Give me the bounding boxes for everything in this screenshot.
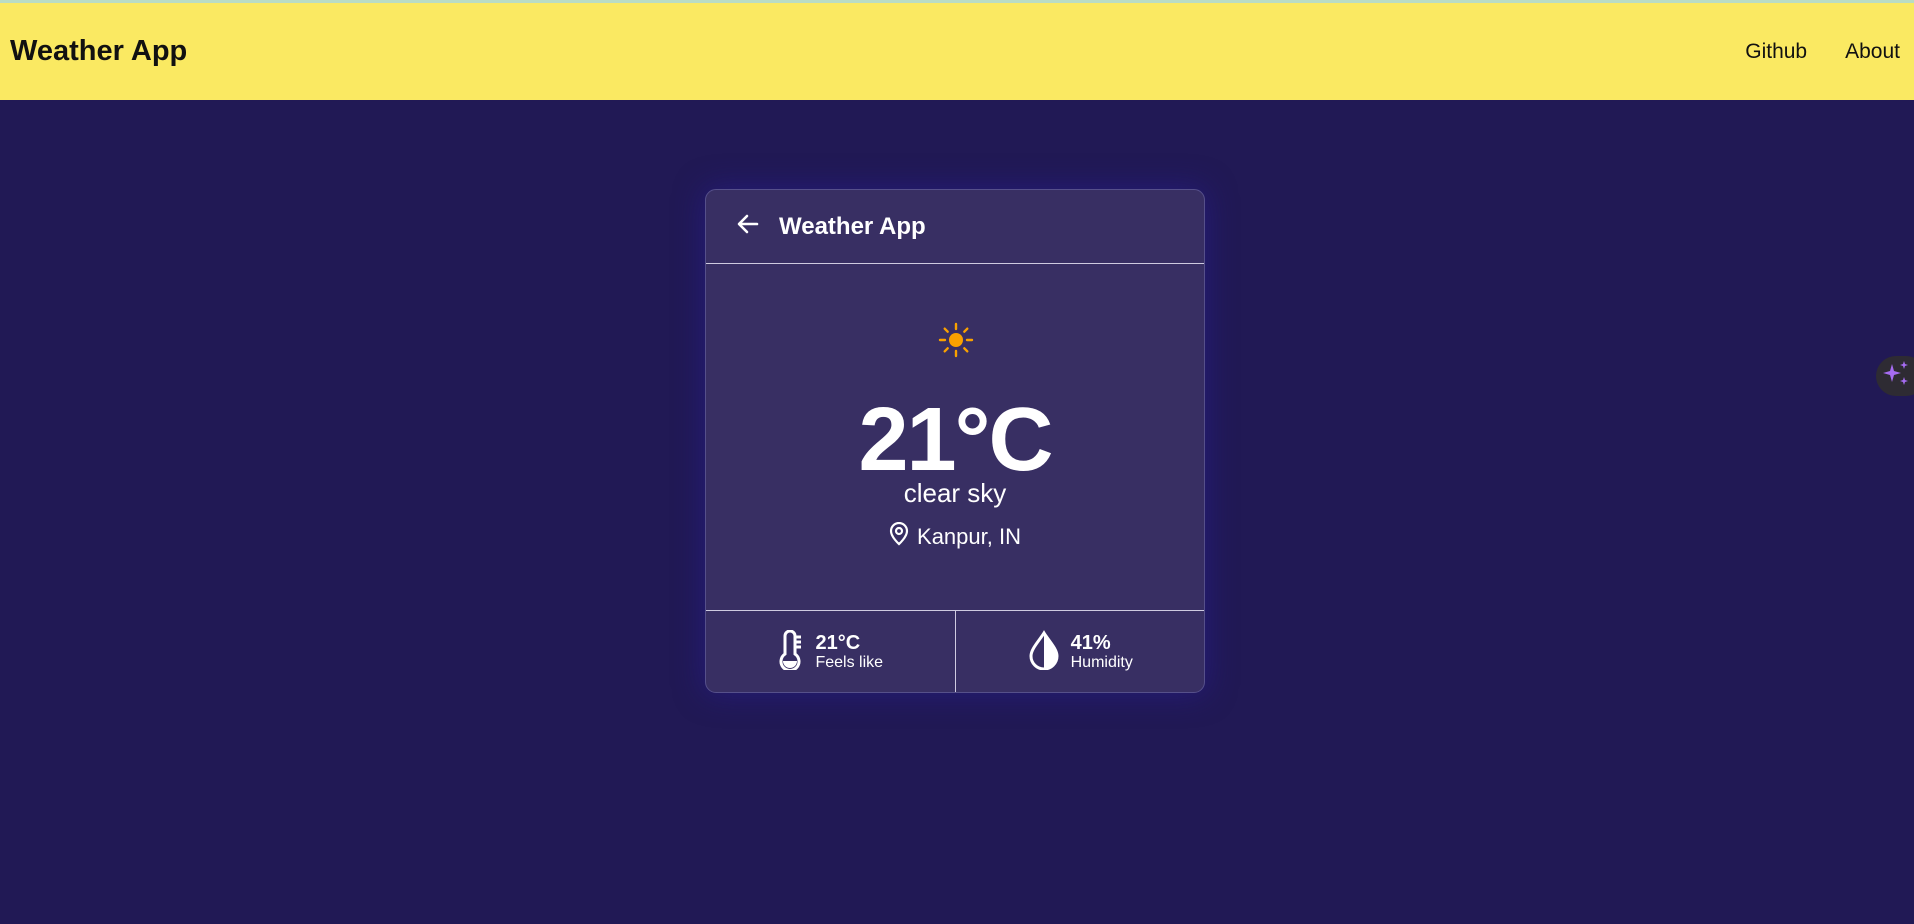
sun-icon <box>938 322 974 363</box>
weather-card: Weather App 21°C clear sky Kanpur, IN 21… <box>705 189 1205 693</box>
thermometer-icon <box>777 629 805 675</box>
humidity-value: 41% <box>1070 632 1111 654</box>
humidity-panel: 41% Humidity <box>954 611 1205 692</box>
location-pin-icon <box>889 521 909 552</box>
navbar-title: Weather App <box>10 35 188 67</box>
navbar: Weather App Github About <box>0 3 1914 100</box>
feels-like-label: Feels like <box>815 654 884 671</box>
weather-details: 21°C Feels like 41% Humidity <box>706 611 1205 692</box>
location-text: Kanpur, IN <box>917 524 1021 549</box>
feels-like-value: 21°C <box>815 632 861 654</box>
sparkle-icon <box>1882 359 1912 394</box>
ai-assistant-button[interactable] <box>1876 356 1914 396</box>
weather-description: clear sky <box>903 478 1007 508</box>
weather-main: 21°C clear sky Kanpur, IN <box>706 264 1204 611</box>
temperature: 21°C <box>858 390 1053 490</box>
humidity-label: Humidity <box>1070 654 1133 671</box>
about-link[interactable]: About <box>1845 40 1900 64</box>
github-link[interactable]: Github <box>1745 40 1807 64</box>
card-title: Weather App <box>779 212 926 240</box>
feels-like-panel: 21°C Feels like <box>706 611 955 692</box>
card-header: Weather App <box>706 190 1204 264</box>
back-arrow-icon[interactable] <box>737 214 759 239</box>
location: Kanpur, IN <box>706 521 1204 552</box>
water-drop-icon <box>1027 629 1061 675</box>
